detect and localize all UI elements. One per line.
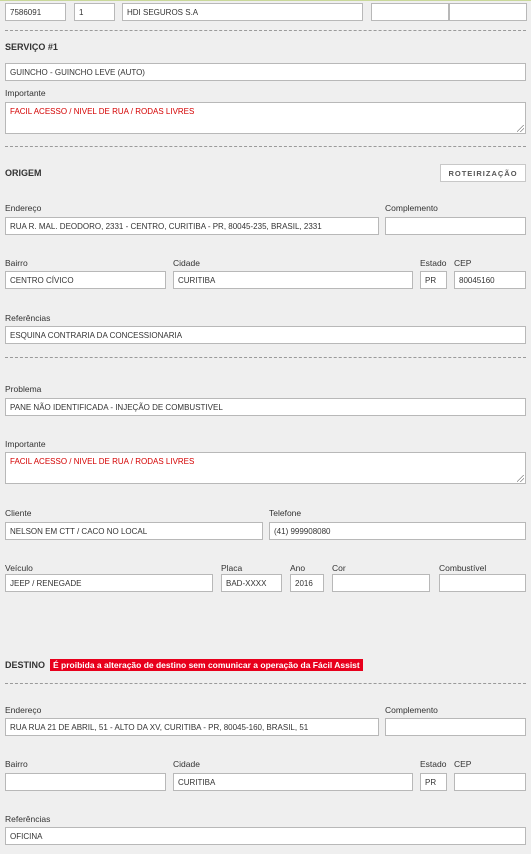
destination-references-label: Referências <box>5 814 51 824</box>
year-field[interactable]: 2016 <box>290 574 324 592</box>
plate-label: Placa <box>221 563 243 573</box>
service-heading: SERVIÇO #1 <box>5 42 58 52</box>
origin-district-field[interactable]: CENTRO CÍVICO <box>5 271 166 289</box>
item-field[interactable]: 1 <box>74 3 115 21</box>
origin-references-field[interactable]: ESQUINA CONTRARIA DA CONCESSIONARIA <box>5 326 526 344</box>
destination-warning-badge: É proibida a alteração de destino sem co… <box>50 659 363 671</box>
problem-field[interactable]: PANE NÃO IDENTIFICADA - INJEÇÃO DE COMBU… <box>5 398 526 416</box>
plate-field[interactable]: BAD-XXXX <box>221 574 282 592</box>
color-field[interactable] <box>332 574 430 592</box>
destination-heading: DESTINO <box>5 660 46 670</box>
details-important-textarea[interactable]: FACIL ACESSO / NIVEL DE RUA / RODAS LIVR… <box>5 452 526 484</box>
destination-address-label: Endereço <box>5 705 42 715</box>
service-important-textarea[interactable]: FACIL ACESSO / NIVEL DE RUA / RODAS LIVR… <box>5 102 526 134</box>
destination-cep-label: CEP <box>454 759 472 769</box>
destination-district-field[interactable] <box>5 773 166 791</box>
protocol-field[interactable]: 7586091 <box>5 3 66 21</box>
origin-heading: ORIGEM <box>5 168 42 178</box>
fuel-label: Combustível <box>439 563 487 573</box>
origin-city-field[interactable]: CURITIBA <box>173 271 413 289</box>
vehicle-label: Veículo <box>5 563 33 573</box>
destination-cep-field[interactable] <box>454 773 526 791</box>
extra-field-2[interactable] <box>449 3 527 21</box>
origin-district-label: Bairro <box>5 258 28 268</box>
destination-district-label: Bairro <box>5 759 28 769</box>
destination-complement-label: Complemento <box>385 705 438 715</box>
destination-state-label: Estado <box>420 759 447 769</box>
route-button[interactable]: ROTEIRIZAÇÃO <box>440 164 526 182</box>
origin-complement-field[interactable] <box>385 217 526 235</box>
origin-address-label: Endereço <box>5 203 42 213</box>
details-important-label: Importante <box>5 439 46 449</box>
resize-grip-icon[interactable] <box>517 475 524 482</box>
year-label: Ano <box>290 563 306 573</box>
divider <box>5 683 526 684</box>
origin-cep-label: CEP <box>454 258 472 268</box>
service-type-field[interactable]: GUINCHO - GUINCHO LEVE (AUTO) <box>5 63 526 81</box>
origin-complement-label: Complemento <box>385 203 438 213</box>
origin-state-label: Estado <box>420 258 447 268</box>
origin-cep-field[interactable]: 80045160 <box>454 271 526 289</box>
origin-city-label: Cidade <box>173 258 200 268</box>
destination-address-field[interactable]: RUA RUA 21 DE ABRIL, 51 - ALTO DA XV, CU… <box>5 718 379 736</box>
destination-city-label: Cidade <box>173 759 200 769</box>
extra-field-1[interactable] <box>371 3 449 21</box>
service-important-text: FACIL ACESSO / NIVEL DE RUA / RODAS LIVR… <box>10 107 195 116</box>
divider <box>5 357 526 358</box>
divider <box>5 30 526 31</box>
resize-grip-icon[interactable] <box>517 125 524 132</box>
client-field[interactable]: NELSON EM CTT / CACO NO LOCAL <box>5 522 263 540</box>
problem-label: Problema <box>5 384 42 394</box>
origin-references-label: Referências <box>5 313 51 323</box>
destination-city-field[interactable]: CURITIBA <box>173 773 413 791</box>
phone-label: Telefone <box>269 508 302 518</box>
destination-complement-field[interactable] <box>385 718 526 736</box>
divider <box>5 146 526 147</box>
service-important-label: Importante <box>5 88 46 98</box>
client-label: Cliente <box>5 508 32 518</box>
details-important-text: FACIL ACESSO / NIVEL DE RUA / RODAS LIVR… <box>10 457 195 466</box>
fuel-field[interactable] <box>439 574 526 592</box>
origin-address-field[interactable]: RUA R. MAL. DEODORO, 2331 - CENTRO, CURI… <box>5 217 379 235</box>
destination-state-field[interactable]: PR <box>420 773 447 791</box>
insurer-field[interactable]: HDI SEGUROS S.A <box>122 3 363 21</box>
top-border <box>0 0 531 1</box>
origin-state-field[interactable]: PR <box>420 271 447 289</box>
destination-references-field[interactable]: OFICINA <box>5 827 526 845</box>
phone-field[interactable]: (41) 999908080 <box>269 522 526 540</box>
color-label: Cor <box>332 563 346 573</box>
vehicle-field[interactable]: JEEP / RENEGADE <box>5 574 213 592</box>
